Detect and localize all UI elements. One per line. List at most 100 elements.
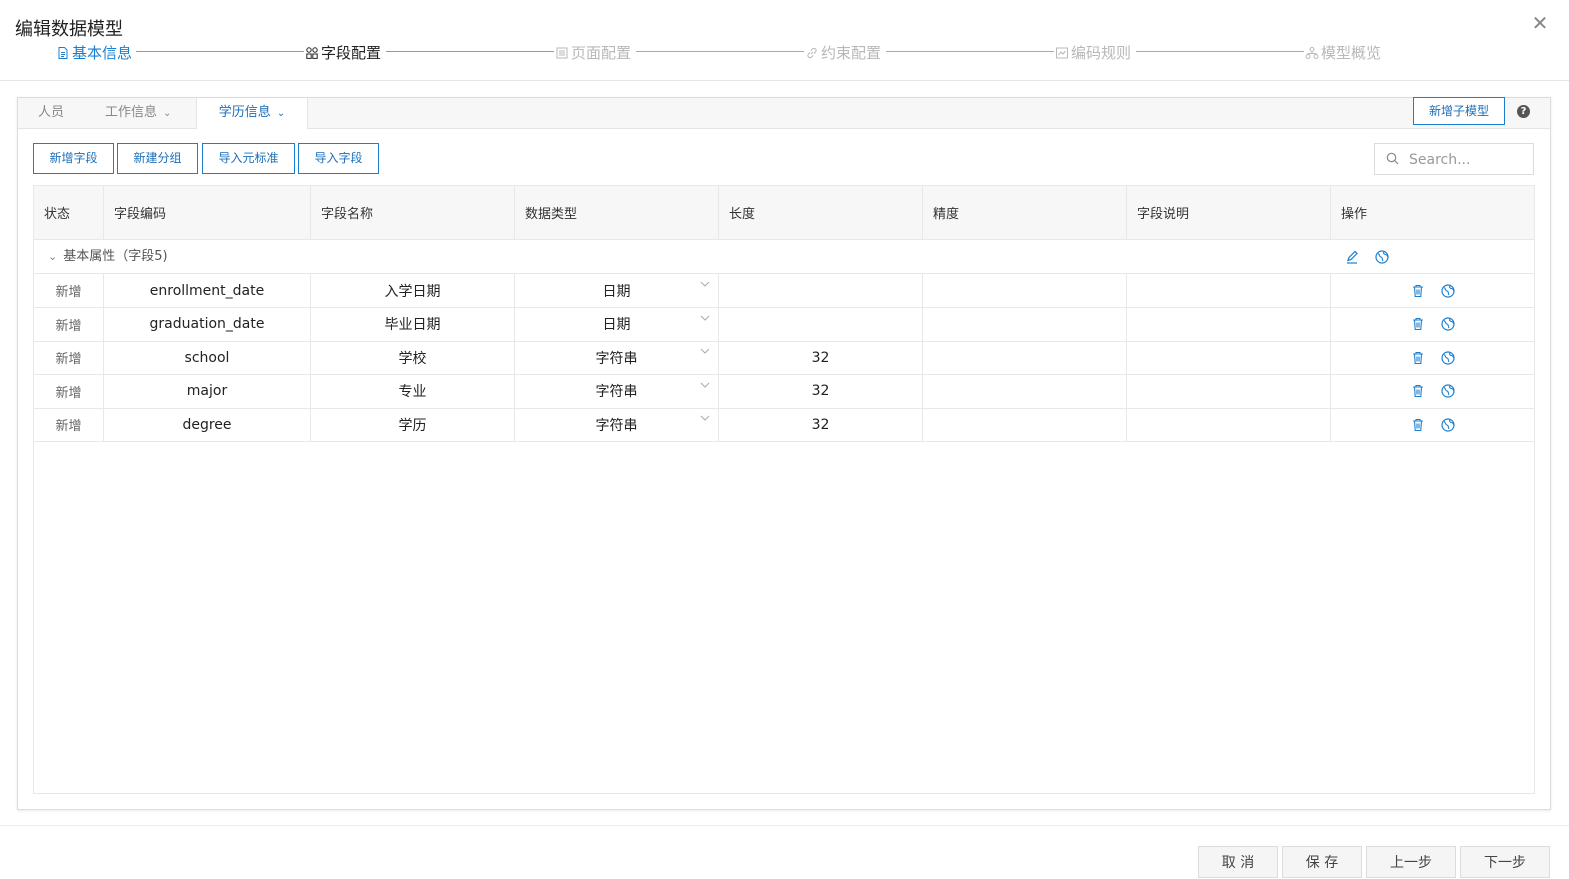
edit-icon[interactable] <box>1344 249 1360 265</box>
table-row[interactable]: 新增 graduation_date 毕业日期 日期 <box>34 307 1534 342</box>
chevron-down-icon[interactable] <box>700 280 710 288</box>
cell-code[interactable]: degree <box>182 417 231 433</box>
tab-label: 工作信息 <box>105 105 158 120</box>
table-row[interactable]: 新增 enrollment_date 入学日期 日期 <box>34 274 1534 308</box>
delete-icon[interactable] <box>1410 417 1426 433</box>
document-icon <box>58 46 68 59</box>
close-icon[interactable]: ✕ <box>1531 13 1549 33</box>
cell-type[interactable]: 日期 <box>603 314 631 334</box>
cell-name-container: 专业 <box>311 374 515 408</box>
delete-icon[interactable] <box>1410 316 1426 332</box>
tab-education-info[interactable]: 学历信息 ⌄ <box>196 98 308 129</box>
delete-icon[interactable] <box>1410 383 1426 399</box>
cell-desc-container <box>1127 374 1331 408</box>
cell-code[interactable]: major <box>187 383 227 399</box>
step-field-config[interactable]: 字段配置 <box>305 42 381 63</box>
cell-actions <box>1331 408 1534 441</box>
cell-type[interactable]: 字符串 <box>596 415 638 435</box>
step-connector <box>1136 51 1304 52</box>
row-actions <box>1410 383 1456 399</box>
table-row[interactable]: 新增 major 专业 字符串 32 <box>34 374 1534 409</box>
cell-name[interactable]: 专业 <box>399 381 427 401</box>
cell-name[interactable]: 学历 <box>399 415 427 435</box>
cell-status: 新增 <box>55 419 82 434</box>
step-code-rules[interactable]: 编码规则 <box>1055 42 1131 63</box>
search-input[interactable] <box>1407 148 1529 172</box>
table-row[interactable]: 新增 degree 学历 字符串 32 <box>34 408 1534 442</box>
table-header: 状态 字段编码 字段名称 数据类型 长度 精度 字段说明 操作 <box>34 186 1534 240</box>
cell-type[interactable]: 字符串 <box>596 381 638 401</box>
step-label: 基本信息 <box>72 44 133 62</box>
cell-length[interactable]: 32 <box>812 350 830 366</box>
chevron-down-icon[interactable] <box>700 314 710 322</box>
cell-actions <box>1331 308 1534 341</box>
step-constraint-config[interactable]: 约束配置 <box>805 42 881 63</box>
chevron-down-icon[interactable] <box>700 381 710 389</box>
step-basic-info[interactable]: 基本信息 <box>56 42 132 63</box>
grid-icon <box>306 46 318 59</box>
globe-icon[interactable] <box>1440 350 1456 366</box>
cell-type[interactable]: 字符串 <box>596 348 638 368</box>
cell-type-container: 日期 <box>515 307 719 341</box>
globe-icon[interactable] <box>1440 383 1456 399</box>
cancel-button[interactable]: 取 消 <box>1198 846 1278 878</box>
add-submodel-button[interactable]: 新增子模型 <box>1413 97 1505 125</box>
cell-precision-container <box>923 408 1127 441</box>
next-step-button[interactable]: 下一步 <box>1460 846 1550 878</box>
add-group-button[interactable]: 新建分组 <box>117 143 198 174</box>
cell-name[interactable]: 学校 <box>399 348 427 368</box>
column-header: 字段编码 <box>104 186 311 239</box>
step-page-config[interactable]: 页面配置 <box>555 42 631 63</box>
cell-code[interactable]: graduation_date <box>150 316 265 332</box>
prev-step-button[interactable]: 上一步 <box>1366 846 1456 878</box>
cell-name[interactable]: 入学日期 <box>385 281 441 301</box>
cell-desc-container <box>1127 274 1331 307</box>
group-title: 基本属性（字段5) <box>63 249 168 264</box>
cell-desc-container <box>1127 341 1331 374</box>
cell-status-container: 新增 <box>34 274 104 307</box>
cell-type[interactable]: 日期 <box>603 281 631 301</box>
chevron-down-icon[interactable] <box>700 414 710 422</box>
cell-code[interactable]: enrollment_date <box>150 283 264 299</box>
cell-precision-container <box>923 307 1127 341</box>
cell-name[interactable]: 毕业日期 <box>385 314 441 334</box>
cell-code[interactable]: school <box>185 350 230 366</box>
cell-status-container: 新增 <box>34 408 104 441</box>
chevron-down-icon[interactable]: ⌄ <box>48 250 57 263</box>
delete-icon[interactable] <box>1410 350 1426 366</box>
cell-length-container <box>719 274 923 307</box>
cell-length-container: 32 <box>719 341 923 374</box>
column-header: 字段说明 <box>1127 186 1331 239</box>
chevron-down-icon[interactable] <box>700 347 710 355</box>
group-row[interactable]: ⌄ 基本属性（字段5) <box>34 240 1534 274</box>
chevron-down-icon: ⌄ <box>276 108 286 119</box>
column-header: 字段名称 <box>311 186 515 239</box>
globe-icon[interactable] <box>1374 249 1390 265</box>
tab-person[interactable]: 人员 <box>38 98 64 128</box>
help-icon[interactable]: ? <box>1517 105 1530 118</box>
cell-length[interactable]: 32 <box>812 383 830 399</box>
save-button[interactable]: 保 存 <box>1282 846 1362 878</box>
cell-desc-container <box>1127 408 1331 441</box>
import-field-button[interactable]: 导入字段 <box>298 143 379 174</box>
fields-table: 状态 字段编码 字段名称 数据类型 长度 精度 字段说明 操作 ⌄ 基本属性（字段… <box>33 185 1535 794</box>
globe-icon[interactable] <box>1440 316 1456 332</box>
step-label: 字段配置 <box>321 44 382 62</box>
cell-desc-container <box>1127 307 1331 341</box>
cell-code-container: enrollment_date <box>104 274 311 307</box>
table-row[interactable]: 新增 school 学校 字符串 32 <box>34 341 1534 375</box>
globe-icon[interactable] <box>1440 417 1456 433</box>
add-field-button[interactable]: 新增字段 <box>33 143 114 174</box>
cell-code-container: school <box>104 341 311 374</box>
tab-work-info[interactable]: 工作信息 ⌄ <box>105 98 171 128</box>
step-wizard: 基本信息 字段配置 页面配置 约束配置 编码规则 模型概览 <box>0 42 1569 64</box>
column-header: 精度 <box>923 186 1127 239</box>
cell-status: 新增 <box>55 385 82 401</box>
cell-name-container: 学校 <box>311 341 515 374</box>
delete-icon[interactable] <box>1410 283 1426 299</box>
globe-icon[interactable] <box>1440 283 1456 299</box>
import-meta-standard-button[interactable]: 导入元标准 <box>202 143 295 174</box>
row-actions <box>1410 316 1456 332</box>
step-model-overview[interactable]: 模型概览 <box>1305 42 1381 63</box>
cell-length[interactable]: 32 <box>812 417 830 433</box>
